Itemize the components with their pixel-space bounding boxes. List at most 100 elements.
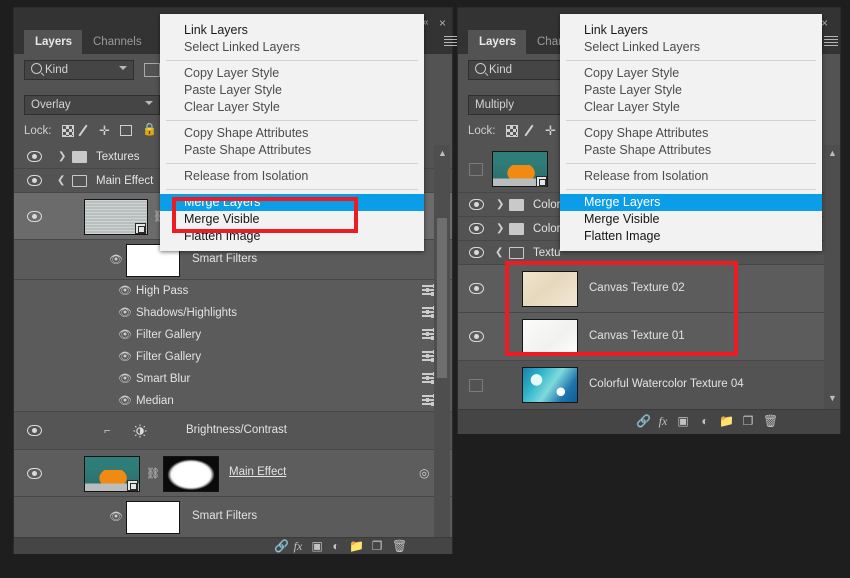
- menu-item-paste-shape-attributes[interactable]: Paste Shape Attributes: [160, 142, 424, 159]
- all-lock-icon[interactable]: 🔒: [142, 123, 152, 136]
- chevron-right-icon[interactable]: ❯: [496, 200, 504, 210]
- visibility-icon[interactable]: [27, 175, 42, 186]
- menu-item-clear-layer-style[interactable]: Clear Layer Style: [160, 99, 424, 116]
- tab-layers-left[interactable]: Layers: [24, 30, 83, 54]
- visibility-icon[interactable]: [27, 425, 42, 436]
- chevron-down-icon[interactable]: ❮: [495, 248, 503, 258]
- left-panel-menu-icon[interactable]: [444, 36, 458, 48]
- menu-item-link-layers[interactable]: Link Layers: [160, 22, 424, 39]
- layer-row-filter-gallery-1[interactable]: 👁 Filter Gallery: [14, 324, 452, 346]
- visibility-icon[interactable]: [469, 223, 484, 234]
- layer-row-median[interactable]: 👁 Median: [14, 390, 452, 412]
- tab-channels-left[interactable]: Channels: [82, 30, 153, 54]
- left-panel-scrollbar-thumb[interactable]: [437, 218, 447, 378]
- move-lock-icon[interactable]: ✛: [98, 124, 111, 137]
- visibility-icon[interactable]: [27, 468, 42, 479]
- new-layer-icon[interactable]: ❐: [741, 415, 755, 427]
- chevron-right-icon[interactable]: ❯: [58, 152, 66, 162]
- layer-row-smart-blur[interactable]: 👁 Smart Blur: [14, 368, 452, 390]
- scroll-up-icon[interactable]: ▲: [438, 148, 447, 158]
- menu-item-merge-visible[interactable]: Merge Visible: [560, 211, 822, 228]
- right-panel-scrollbar[interactable]: [824, 145, 840, 409]
- menu-item-link-layers[interactable]: Link Layers: [560, 22, 822, 39]
- tab-layers-right[interactable]: Layers: [468, 30, 527, 54]
- visibility-toggle-empty[interactable]: [469, 379, 483, 392]
- link-layers-icon[interactable]: 🔗: [274, 540, 288, 552]
- chevron-right-icon[interactable]: ❯: [496, 224, 504, 234]
- left-blend-mode[interactable]: Overlay: [24, 95, 160, 115]
- delete-layer-icon[interactable]: 🗑: [392, 540, 406, 552]
- visibility-icon[interactable]: 👁: [118, 284, 132, 297]
- scroll-down-icon[interactable]: ▼: [828, 393, 837, 403]
- menu-item-release-from-isolation[interactable]: Release from Isolation: [160, 168, 424, 185]
- adjustment-layer-icon[interactable]: ◐: [329, 540, 343, 552]
- visibility-icon[interactable]: 👁: [118, 372, 132, 385]
- mask-link-icon[interactable]: ⛓: [146, 467, 160, 480]
- layer-effects-toggle-icon[interactable]: ◎: [419, 466, 429, 480]
- layer-row-high-pass[interactable]: 👁 High Pass: [14, 280, 452, 302]
- layer-row-filter-gallery-2[interactable]: 👁 Filter Gallery: [14, 346, 452, 368]
- menu-item-copy-shape-attributes[interactable]: Copy Shape Attributes: [160, 125, 424, 142]
- add-fx-icon[interactable]: fx: [656, 415, 670, 427]
- visibility-icon[interactable]: 👁: [118, 394, 132, 407]
- chevron-down-icon[interactable]: ❮: [57, 176, 65, 186]
- visibility-icon[interactable]: [469, 331, 484, 342]
- right-context-menu[interactable]: Link Layers Select Linked Layers Copy La…: [560, 14, 822, 251]
- right-close-icon[interactable]: ×: [821, 17, 828, 29]
- artboard-lock-icon[interactable]: [120, 125, 132, 136]
- layer-row-main-effect[interactable]: ⛓ Main Effect ◎ ▲: [14, 450, 452, 497]
- menu-item-select-linked-layers[interactable]: Select Linked Layers: [560, 39, 822, 56]
- smart-object-badge: [536, 176, 547, 187]
- visibility-icon[interactable]: 👁: [118, 306, 132, 319]
- scroll-up-icon[interactable]: ▲: [828, 148, 837, 158]
- adjustment-layer-icon[interactable]: ◐: [698, 415, 712, 427]
- new-layer-icon[interactable]: ❐: [370, 540, 384, 552]
- menu-item-copy-layer-style[interactable]: Copy Layer Style: [160, 65, 424, 82]
- visibility-icon[interactable]: 👁: [118, 350, 132, 363]
- add-fx-icon[interactable]: fx: [291, 540, 305, 552]
- layer-name: Smart Blur: [136, 373, 190, 385]
- layer-thumbnail[interactable]: [522, 367, 578, 403]
- visibility-icon[interactable]: [469, 283, 484, 294]
- transparency-lock-icon[interactable]: [62, 125, 74, 137]
- menu-item-clear-layer-style[interactable]: Clear Layer Style: [560, 99, 822, 116]
- folder-icon: [509, 199, 524, 211]
- menu-item-merge-layers[interactable]: Merge Layers: [560, 194, 822, 211]
- visibility-icon[interactable]: [27, 211, 42, 222]
- menu-item-paste-layer-style[interactable]: Paste Layer Style: [160, 82, 424, 99]
- new-group-icon[interactable]: 📁: [349, 540, 363, 552]
- move-lock-icon[interactable]: ✛: [544, 124, 557, 137]
- layer-row-watercolor-texture-04[interactable]: Colorful Watercolor Texture 04: [458, 361, 840, 409]
- menu-item-copy-layer-style[interactable]: Copy Layer Style: [560, 65, 822, 82]
- visibility-icon[interactable]: [469, 247, 484, 258]
- add-mask-icon[interactable]: ▣: [310, 540, 324, 552]
- menu-item-copy-shape-attributes[interactable]: Copy Shape Attributes: [560, 125, 822, 142]
- transparency-lock-icon[interactable]: [506, 125, 518, 137]
- visibility-icon[interactable]: 👁: [109, 253, 123, 266]
- visibility-icon[interactable]: [27, 151, 42, 162]
- layer-row-smart-filters-2[interactable]: 👁 Smart Filters ▼: [14, 497, 452, 537]
- layer-name: Colorful Watercolor Texture 04: [589, 378, 744, 390]
- menu-item-release-from-isolation[interactable]: Release from Isolation: [560, 168, 822, 185]
- new-group-icon[interactable]: 📁: [719, 415, 733, 427]
- left-kind-filter[interactable]: Kind: [24, 60, 134, 80]
- layer-name: Median: [136, 395, 174, 407]
- smart-filters-thumbnail[interactable]: [126, 501, 180, 534]
- add-mask-icon[interactable]: ▣: [676, 415, 690, 427]
- menu-item-flatten-image[interactable]: Flatten Image: [560, 228, 822, 245]
- menu-item-paste-layer-style[interactable]: Paste Layer Style: [560, 82, 822, 99]
- right-panel-menu-icon[interactable]: [824, 36, 838, 48]
- layer-row-shadows-highlights[interactable]: 👁 Shadows/Highlights: [14, 302, 452, 324]
- delete-layer-icon[interactable]: 🗑: [763, 415, 777, 427]
- layer-row-brightness-contrast[interactable]: ⌐ Brightness/Contrast: [14, 412, 452, 450]
- visibility-icon[interactable]: 👁: [118, 328, 132, 341]
- menu-item-paste-shape-attributes[interactable]: Paste Shape Attributes: [560, 142, 822, 159]
- visibility-icon[interactable]: 👁: [109, 510, 123, 523]
- layer-mask-thumbnail[interactable]: [163, 456, 219, 492]
- menu-item-select-linked-layers[interactable]: Select Linked Layers: [160, 39, 424, 56]
- left-close-icon[interactable]: ×: [439, 17, 446, 29]
- visibility-icon[interactable]: [469, 199, 484, 210]
- link-layers-icon[interactable]: 🔗: [636, 415, 650, 427]
- visibility-toggle-empty[interactable]: [469, 163, 483, 176]
- left-filter-image-icon[interactable]: [144, 63, 160, 77]
